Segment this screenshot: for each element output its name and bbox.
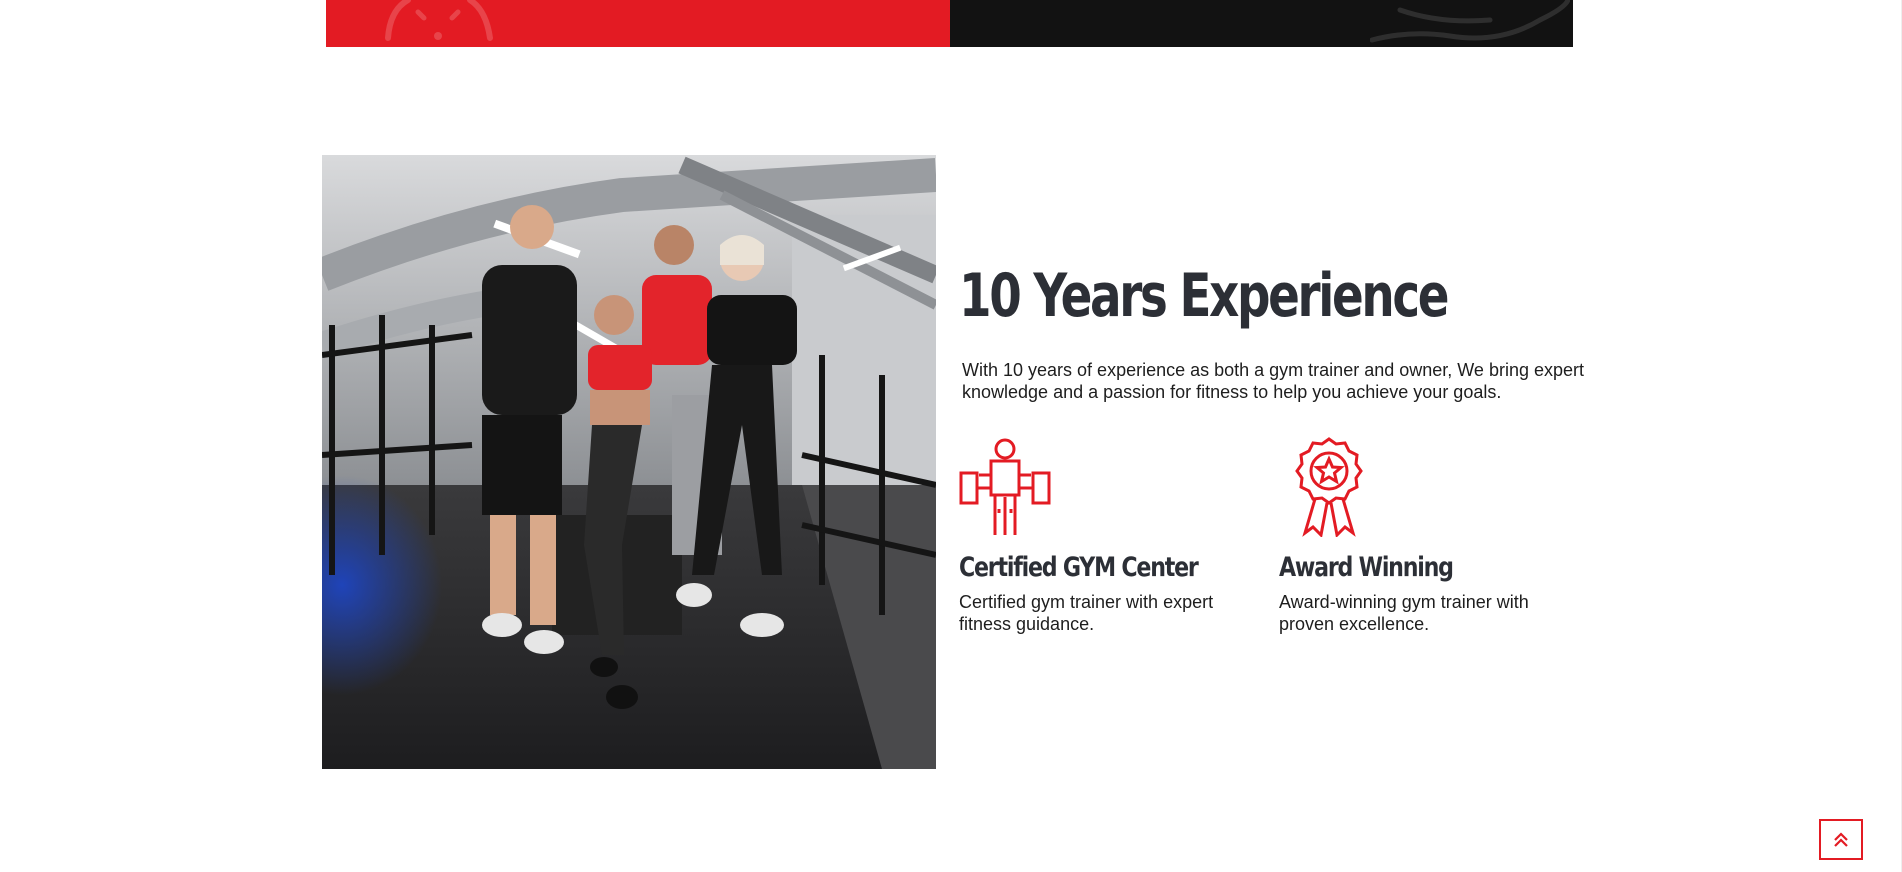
decorative-person-icon xyxy=(385,0,493,41)
double-chevron-up-icon xyxy=(1834,831,1848,847)
section-intro: With 10 years of experience as both a gy… xyxy=(962,360,1584,402)
feature-list: Certified GYM Center Certified gym train… xyxy=(959,437,1599,635)
about-content: 10 Years Experience With 10 years of exp… xyxy=(959,255,1599,635)
feature-title: Certified GYM Center xyxy=(959,552,1199,583)
feature-item-certified: Certified GYM Center Certified gym train… xyxy=(959,437,1279,635)
scroll-to-top-button[interactable] xyxy=(1819,819,1863,860)
page: 10 Years Experience With 10 years of exp… xyxy=(0,0,1902,872)
team-photo xyxy=(322,155,936,769)
award-ribbon-icon xyxy=(1279,437,1599,539)
feature-description: Award-winning gym trainer with proven ex… xyxy=(1279,592,1529,634)
promo-banner-strip xyxy=(326,0,1573,47)
weightlifter-icon xyxy=(959,437,1279,537)
decorative-shoe-icon xyxy=(1370,0,1570,43)
feature-title: Award Winning xyxy=(1279,552,1454,583)
feature-description: Certified gym trainer with expert fitnes… xyxy=(959,592,1214,634)
section-heading: 10 Years Experience xyxy=(959,261,1450,331)
promo-banner-dark xyxy=(950,0,1573,47)
feature-item-award: Award Winning Award-winning gym trainer … xyxy=(1279,437,1599,635)
promo-banner-red xyxy=(326,0,950,47)
